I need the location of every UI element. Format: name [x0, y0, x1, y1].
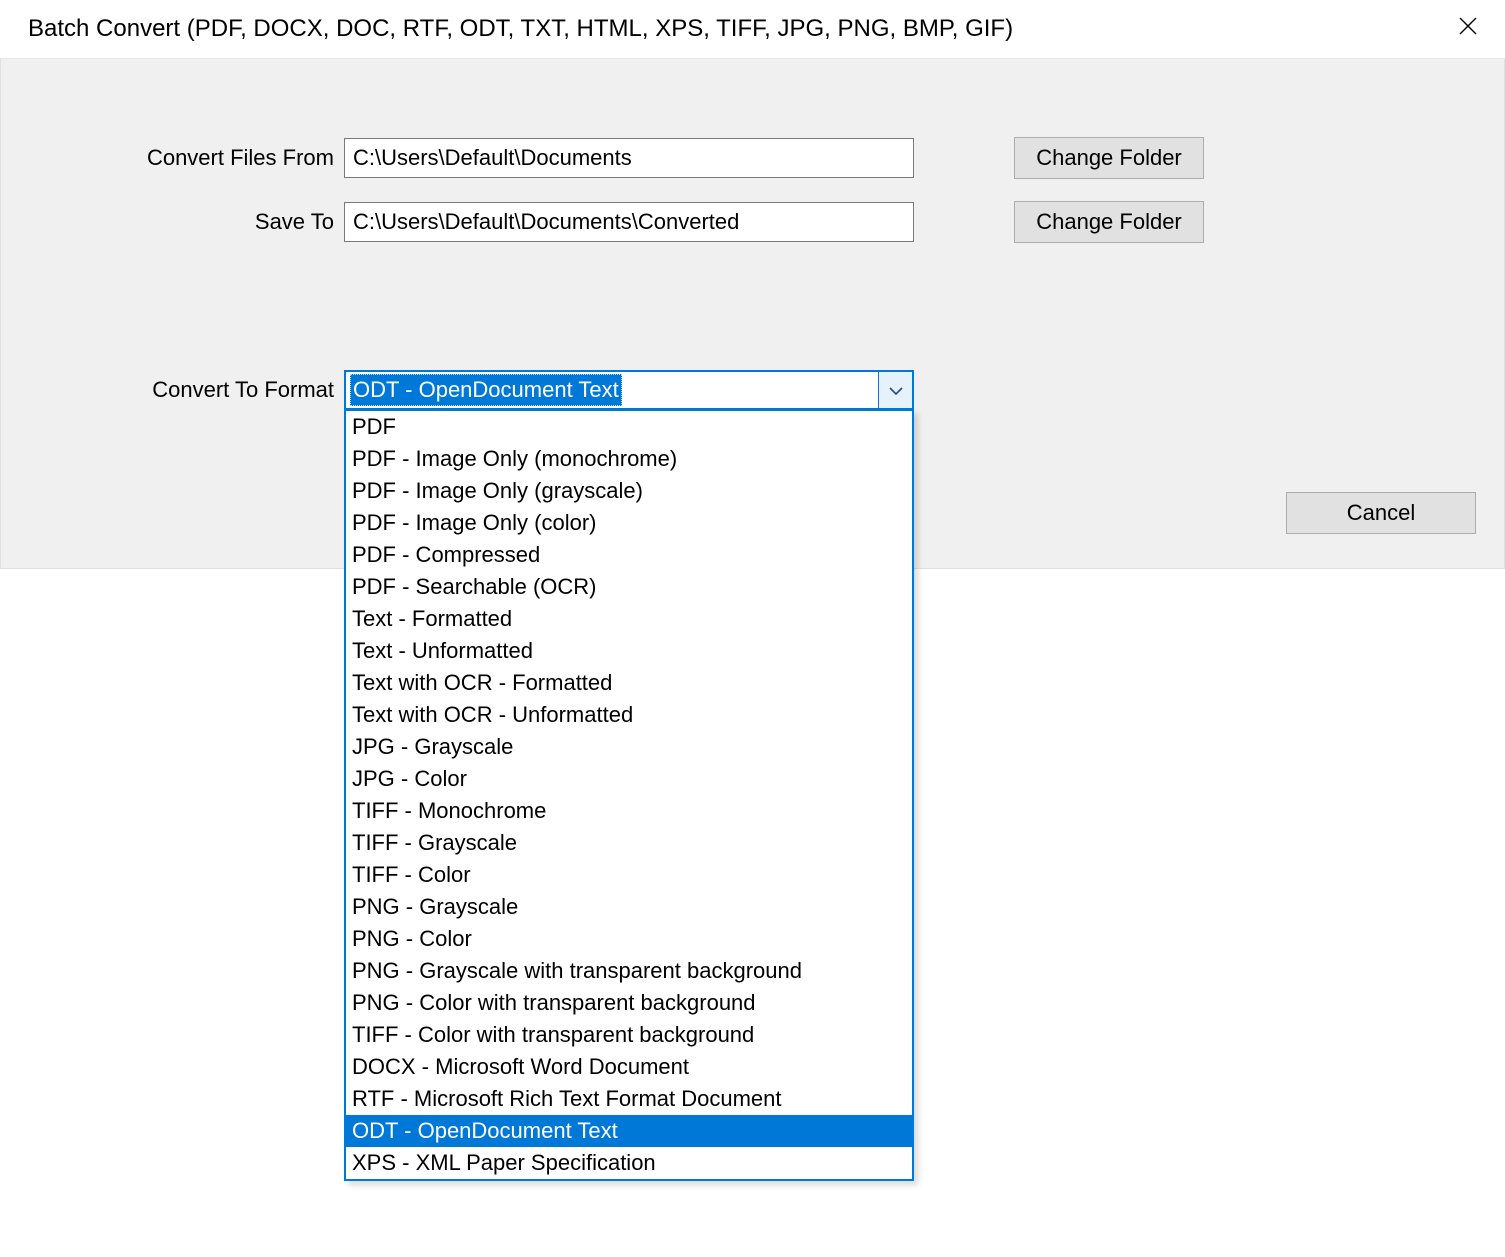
format-option[interactable]: PDF	[346, 411, 912, 443]
format-option[interactable]: PDF - Compressed	[346, 539, 912, 571]
input-save-to[interactable]	[344, 202, 914, 242]
format-option[interactable]: PDF - Image Only (grayscale)	[346, 475, 912, 507]
format-option[interactable]: Text - Unformatted	[346, 635, 912, 667]
format-option[interactable]: Text - Formatted	[346, 603, 912, 635]
window-title: Batch Convert (PDF, DOCX, DOC, RTF, ODT,…	[28, 15, 1013, 43]
row-save-to: Save To Change Folder	[29, 201, 1476, 243]
format-option[interactable]: PNG - Grayscale	[346, 891, 912, 923]
format-combo-wrap: ODT - OpenDocument Text PDFPDF - Image O…	[344, 370, 914, 410]
format-option[interactable]: TIFF - Monochrome	[346, 795, 912, 827]
format-option[interactable]: TIFF - Color	[346, 859, 912, 891]
format-option[interactable]: JPG - Color	[346, 763, 912, 795]
change-folder-to-button[interactable]: Change Folder	[1014, 201, 1204, 243]
spacer	[29, 265, 1476, 370]
format-option[interactable]: PNG - Color	[346, 923, 912, 955]
format-option[interactable]: DOCX - Microsoft Word Document	[346, 1051, 912, 1083]
change-folder-from-button[interactable]: Change Folder	[1014, 137, 1204, 179]
label-convert-format: Convert To Format	[29, 377, 344, 403]
format-selected-area: ODT - OpenDocument Text	[346, 372, 878, 408]
format-option[interactable]: PDF - Image Only (color)	[346, 507, 912, 539]
format-option[interactable]: PDF - Searchable (OCR)	[346, 571, 912, 603]
close-icon	[1459, 17, 1477, 41]
label-save-to: Save To	[29, 209, 344, 235]
row-convert-format: Convert To Format ODT - OpenDocument Tex…	[29, 370, 1476, 410]
client-area: Convert Files From Change Folder Save To…	[0, 59, 1505, 569]
cancel-button[interactable]: Cancel	[1286, 492, 1476, 534]
format-selected-text: ODT - OpenDocument Text	[350, 374, 622, 406]
close-button[interactable]	[1453, 14, 1483, 44]
format-option[interactable]: TIFF - Grayscale	[346, 827, 912, 859]
input-convert-from[interactable]	[344, 138, 914, 178]
format-option[interactable]: Text with OCR - Formatted	[346, 667, 912, 699]
format-option[interactable]: PNG - Color with transparent background	[346, 987, 912, 1019]
format-option[interactable]: TIFF - Color with transparent background	[346, 1019, 912, 1051]
format-dropdown-list[interactable]: PDFPDF - Image Only (monochrome)PDF - Im…	[344, 409, 914, 1181]
dialog-window: Batch Convert (PDF, DOCX, DOC, RTF, ODT,…	[0, 0, 1505, 569]
label-convert-from: Convert Files From	[29, 145, 344, 171]
format-option[interactable]: Text with OCR - Unformatted	[346, 699, 912, 731]
format-option[interactable]: XPS - XML Paper Specification	[346, 1147, 912, 1179]
format-option[interactable]: PDF - Image Only (monochrome)	[346, 443, 912, 475]
format-dropdown-button[interactable]	[878, 372, 912, 408]
format-option[interactable]: ODT - OpenDocument Text	[346, 1115, 912, 1147]
format-option[interactable]: RTF - Microsoft Rich Text Format Documen…	[346, 1083, 912, 1115]
titlebar: Batch Convert (PDF, DOCX, DOC, RTF, ODT,…	[0, 0, 1505, 59]
format-option[interactable]: JPG - Grayscale	[346, 731, 912, 763]
row-convert-from: Convert Files From Change Folder	[29, 137, 1476, 179]
format-option[interactable]: PNG - Grayscale with transparent backgro…	[346, 955, 912, 987]
bottom-button-row: Cancel	[1068, 492, 1476, 534]
chevron-down-icon	[889, 378, 903, 402]
format-combobox[interactable]: ODT - OpenDocument Text	[344, 370, 914, 410]
